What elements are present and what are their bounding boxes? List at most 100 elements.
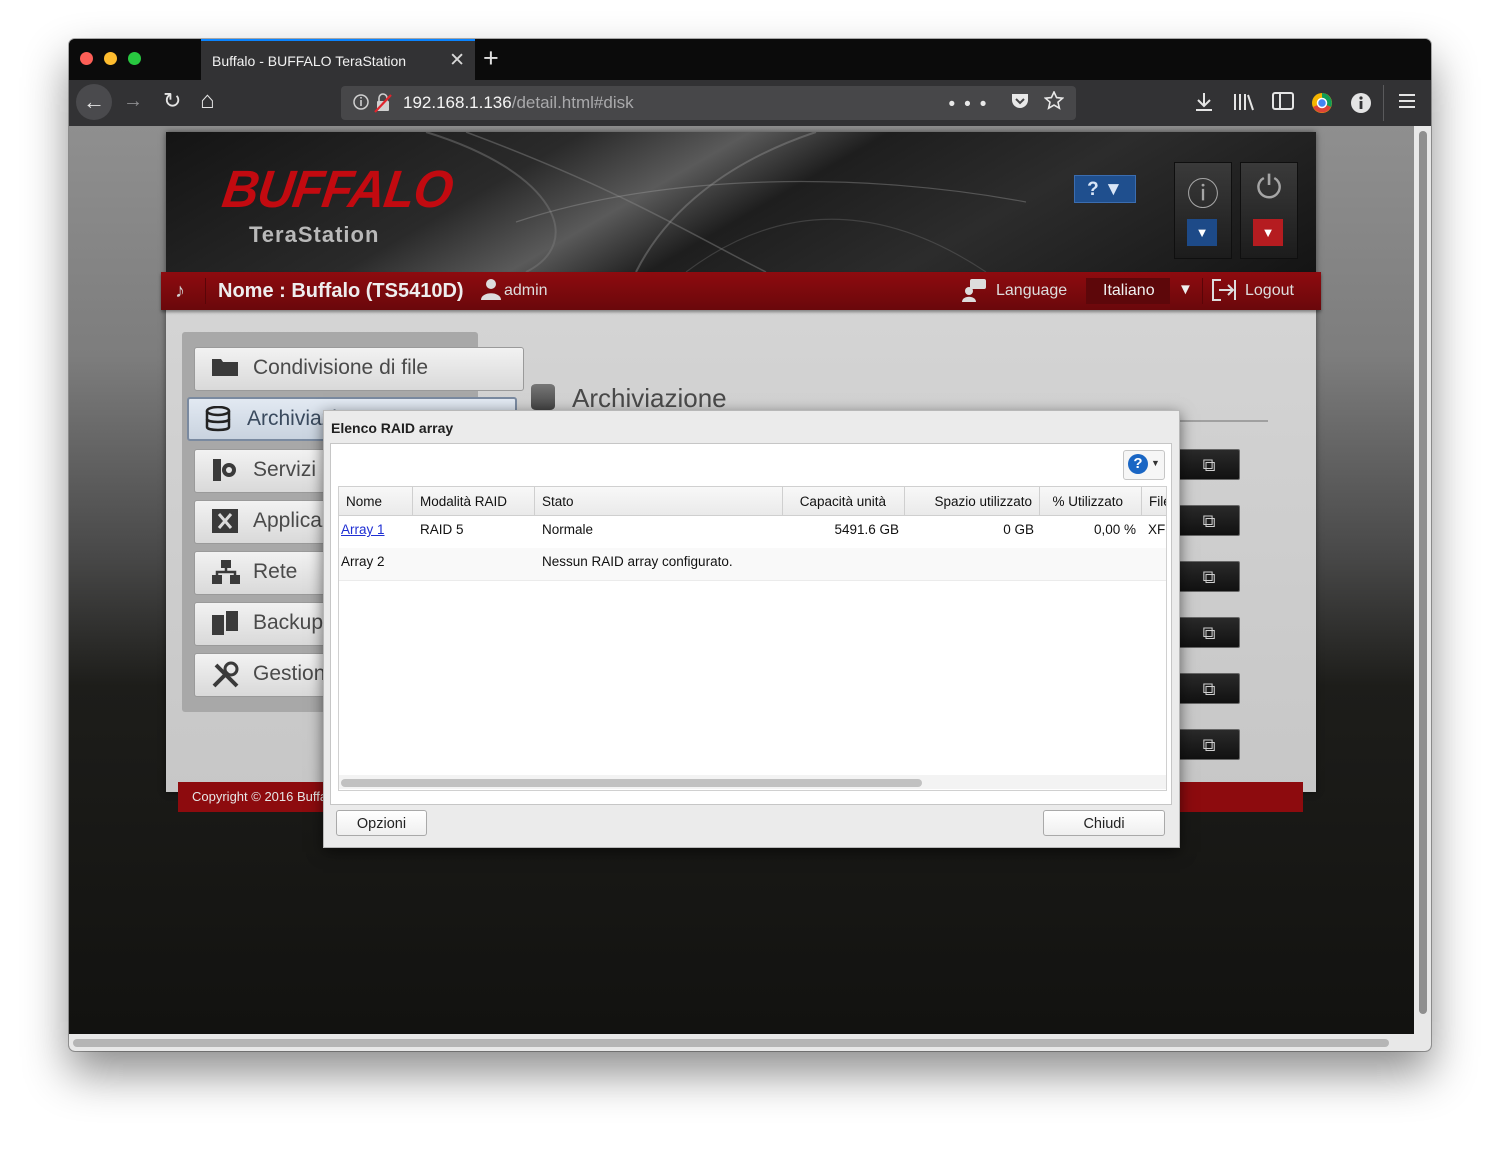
power-icon: ⏻ — [1256, 169, 1282, 205]
help-icon: ? — [1128, 454, 1148, 474]
zoom-window-button[interactable] — [128, 52, 141, 65]
back-button[interactable]: ← — [76, 84, 112, 120]
open-detail-button[interactable]: ⧉ — [1178, 617, 1240, 648]
new-tab-button[interactable]: + — [483, 43, 499, 74]
storage-section-icon — [531, 384, 555, 410]
music-icon[interactable]: ♪ — [175, 280, 185, 303]
user-icon — [481, 278, 501, 306]
page-content: BUFFALO TeraStation ? ▼ ⓘ ▼ ⏻ ▼ ♪ Nome :… — [69, 126, 1414, 1034]
language-select[interactable]: Italiano — [1086, 278, 1170, 304]
open-detail-button[interactable]: ⧉ — [1178, 505, 1240, 536]
raid-array-dialog: Elenco RAID array ? ▼ Nome Modalità RAID… — [323, 410, 1180, 848]
sidebar-item-file-sharing[interactable]: Condivisione di file — [194, 347, 524, 391]
title-bar: Buffalo - BUFFALO TeraStation ✕ + — [69, 39, 1431, 80]
extension-icon[interactable] — [1311, 92, 1333, 119]
table-row[interactable]: Array 1 RAID 5 Normale 5491.6 GB 0 GB 0,… — [339, 516, 1166, 549]
bar-divider-2 — [1202, 278, 1203, 304]
pocket-icon[interactable] — [1010, 94, 1044, 115]
dialog-title: Elenco RAID array — [331, 420, 454, 436]
column-header-status[interactable]: Stato — [535, 487, 783, 515]
help-dropdown-button[interactable]: ? ▼ — [1074, 175, 1136, 203]
cell-raid-mode: RAID 5 — [420, 522, 464, 537]
column-header-raid-mode[interactable]: Modalità RAID — [413, 487, 535, 515]
toolbar-divider — [1383, 85, 1384, 121]
browser-tab[interactable]: Buffalo - BUFFALO TeraStation ✕ — [201, 39, 475, 80]
column-header-used-percent[interactable]: % Utilizzato — [1040, 487, 1142, 515]
column-header-capacity[interactable]: Capacità unità — [783, 487, 905, 515]
open-detail-button[interactable]: ⧉ — [1178, 729, 1240, 760]
cell-status: Normale — [542, 522, 594, 537]
column-header-filesystem[interactable]: File — [1142, 487, 1166, 515]
power-button[interactable]: ⏻ ▼ — [1240, 162, 1298, 259]
menu-icon[interactable] — [1398, 92, 1416, 115]
language-dropdown-icon[interactable]: ▼ — [1178, 281, 1193, 298]
copyright-text: Copyright © 2016 Buffalo — [192, 789, 338, 804]
password-manager-icon[interactable] — [1350, 92, 1372, 119]
url-bar[interactable]: 192.168.1.136/detail.html#disk ••• — [341, 86, 1076, 120]
browser-window: Buffalo - BUFFALO TeraStation ✕ + ← → ↻ … — [69, 39, 1431, 1051]
sidebar-item-label: Rete — [253, 560, 298, 583]
forward-button[interactable]: → — [123, 90, 143, 113]
minimize-window-button[interactable] — [104, 52, 117, 65]
sidebar-item-label: Backup — [253, 611, 324, 634]
cell-status: Nessun RAID array configurato. — [542, 554, 733, 569]
sidebar-toggle-icon[interactable] — [1272, 92, 1294, 115]
tab-close-icon[interactable]: ✕ — [449, 49, 465, 72]
cell-raid-mode — [413, 548, 535, 580]
cell-used-percent: 0,00 % — [1093, 522, 1136, 537]
close-button[interactable]: Chiudi — [1043, 810, 1165, 836]
page-vertical-scrollbar-thumb[interactable] — [1419, 131, 1427, 1014]
tab-title: Buffalo - BUFFALO TeraStation — [212, 53, 407, 69]
open-detail-button[interactable]: ⧉ — [1178, 449, 1240, 480]
page-horizontal-scrollbar-thumb[interactable] — [73, 1039, 1389, 1047]
url-bar-actions: ••• — [948, 90, 1065, 116]
app-header: BUFFALO TeraStation ? ▼ ⓘ ▼ ⏻ ▼ — [166, 132, 1316, 272]
cell-name: Array 2 — [341, 554, 385, 569]
column-header-name[interactable]: Nome — [339, 487, 413, 515]
downloads-icon[interactable] — [1195, 92, 1213, 117]
power-dropdown-icon[interactable]: ▼ — [1253, 219, 1283, 246]
cell-used-space: 0 GB — [1003, 522, 1034, 537]
applications-icon — [211, 508, 239, 541]
buffalo-logo: BUFFALO — [218, 159, 457, 219]
cell-capacity: 5491.6 GB — [834, 522, 899, 537]
url-text[interactable]: 192.168.1.136/detail.html#disk — [403, 93, 634, 113]
folder-icon — [211, 355, 239, 384]
close-window-button[interactable] — [80, 52, 93, 65]
navigation-bar: ← → ↻ ⌂ 192.168.1.136/detail.html#disk •… — [69, 80, 1431, 126]
cell-name: Array 1 — [339, 516, 413, 548]
tools-icon — [211, 661, 241, 696]
network-icon — [211, 559, 241, 592]
table-header: Nome Modalità RAID Stato Capacità unità … — [339, 487, 1166, 516]
chevron-down-icon: ▼ — [1151, 458, 1160, 468]
cell-filesystem: XFS — [1148, 522, 1166, 537]
raid-array-table: Nome Modalità RAID Stato Capacità unità … — [338, 486, 1167, 791]
page-actions-icon[interactable]: ••• — [948, 94, 995, 115]
user-name: admin — [504, 282, 548, 299]
options-button[interactable]: Opzioni — [336, 810, 427, 836]
info-button[interactable]: ⓘ ▼ — [1174, 162, 1232, 259]
home-button[interactable]: ⌂ — [200, 87, 215, 115]
dialog-help-button[interactable]: ? ▼ — [1123, 450, 1165, 480]
info-icon: ⓘ — [1186, 176, 1219, 212]
dialog-body: ? ▼ Nome Modalità RAID Stato Capacità un… — [330, 443, 1172, 805]
open-detail-button[interactable]: ⧉ — [1178, 673, 1240, 704]
array-link[interactable]: Array 1 — [341, 522, 385, 537]
sidebar-item-label: Servizi — [253, 458, 317, 481]
logout-icon[interactable] — [1211, 278, 1237, 307]
logout-link[interactable]: Logout — [1245, 282, 1294, 300]
sidebar-item-label: Condivisione di file — [253, 356, 429, 379]
language-icon — [961, 278, 987, 307]
open-detail-button[interactable]: ⧉ — [1178, 561, 1240, 592]
table-row[interactable]: Array 2 Nessun RAID array configurato. — [339, 548, 1166, 581]
column-header-used-space[interactable]: Spazio utilizzato — [905, 487, 1040, 515]
library-icon[interactable] — [1233, 92, 1255, 117]
bookmark-star-icon[interactable] — [1043, 90, 1065, 115]
table-scrollbar-thumb[interactable] — [341, 779, 922, 787]
storage-icon — [205, 405, 231, 439]
status-bar: ♪ Nome : Buffalo (TS5410D) admin Languag… — [161, 272, 1321, 310]
reload-button[interactable]: ↻ — [163, 88, 181, 114]
info-dropdown-icon[interactable]: ▼ — [1187, 219, 1217, 246]
url-path: /detail.html#disk — [511, 93, 634, 112]
site-info-icon[interactable] — [353, 93, 393, 118]
